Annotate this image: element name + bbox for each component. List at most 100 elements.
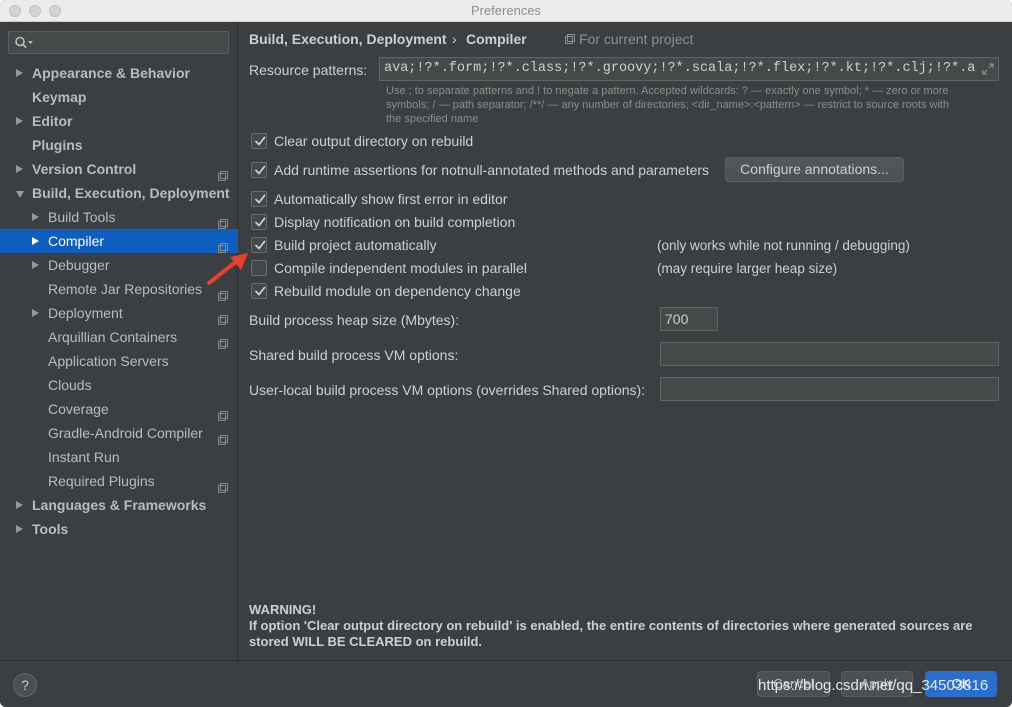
option-note: (may require larger heap size) <box>657 261 838 276</box>
project-scope-icon <box>218 404 228 421</box>
sidebar-item-label: Appearance & Behavior <box>32 65 190 81</box>
sidebar-item-gradle-android-compiler[interactable]: Gradle-Android Compiler <box>0 421 238 445</box>
resource-patterns-hint: Use ; to separate patterns and ! to nega… <box>386 84 996 126</box>
expand-field-icon[interactable] <box>982 63 994 75</box>
chevron-right-icon[interactable] <box>16 117 23 125</box>
sidebar-item-application-servers[interactable]: Application Servers <box>0 349 238 373</box>
watermark-text: https://blog.csdn.net/qq_34503816 <box>758 677 989 694</box>
sidebar-item-appearance-behavior[interactable]: Appearance & Behavior <box>0 61 238 85</box>
checkbox-label[interactable]: Clear output directory on rebuild <box>274 133 473 149</box>
preferences-window: Preferences Appearance & Behavior Keymap E… <box>0 0 1012 707</box>
sidebar-item-label: Arquillian Containers <box>48 329 178 345</box>
checkmark-icon <box>253 134 267 148</box>
option-display-notification-on-build-completion: Display notification on build completion <box>251 213 631 233</box>
search-input[interactable] <box>8 31 229 54</box>
checkbox[interactable] <box>251 133 267 149</box>
sidebar-item-label: Gradle-Android Compiler <box>48 425 203 441</box>
sidebar-item-label: Tools <box>32 521 69 537</box>
sidebar-item-label: Debugger <box>48 257 110 273</box>
sidebar-item-deployment[interactable]: Deployment <box>0 301 238 325</box>
checkbox[interactable] <box>251 162 267 178</box>
option-automatically-show-first-error-in-editor: Automatically show first error in editor <box>251 190 631 210</box>
warning-title: WARNING! <box>249 602 317 617</box>
checkbox[interactable] <box>251 283 267 299</box>
sidebar-item-build-execution-deployment[interactable]: Build, Execution, Deployment <box>0 181 238 205</box>
breadcrumb-parent: Build, Execution, Deployment <box>249 31 447 47</box>
checkbox[interactable] <box>251 214 267 230</box>
sidebar-item-editor[interactable]: Editor <box>0 109 238 133</box>
configure-annotations-button[interactable]: Configure annotations... <box>725 157 904 182</box>
heap-size-field[interactable]: 700 <box>660 307 718 331</box>
sidebar-item-compiler[interactable]: Compiler <box>0 229 238 253</box>
sidebar-item-label: Build Tools <box>48 209 116 225</box>
sidebar-item-tools[interactable]: Tools <box>0 517 238 541</box>
checkbox[interactable] <box>251 237 267 253</box>
sidebar-item-languages-frameworks[interactable]: Languages & Frameworks <box>0 493 238 517</box>
chevron-right-icon[interactable] <box>16 165 23 173</box>
option-clear-output-directory-on-rebuild: Clear output directory on rebuild <box>251 132 631 152</box>
warning-body: If option 'Clear output directory on reb… <box>249 618 973 649</box>
chevron-right-icon[interactable] <box>32 309 39 317</box>
sidebar-item-label: Deployment <box>48 305 123 321</box>
sidebar-item-label: Build, Execution, Deployment <box>32 185 230 201</box>
help-button[interactable]: ? <box>13 673 37 697</box>
sidebar-item-clouds[interactable]: Clouds <box>0 373 238 397</box>
sidebar-item-required-plugins[interactable]: Required Plugins <box>0 469 238 493</box>
resource-patterns-field[interactable]: ava;!?*.form;!?*.class;!?*.groovy;!?*.sc… <box>379 57 999 81</box>
project-scope-icon <box>218 308 228 325</box>
heap-size-value: 700 <box>665 311 689 327</box>
resource-patterns-value: ava;!?*.form;!?*.class;!?*.groovy;!?*.sc… <box>384 61 976 76</box>
shared-vm-options-label: Shared build process VM options: <box>249 347 459 363</box>
project-scope-icon <box>218 428 228 445</box>
project-scope-icon <box>565 34 575 44</box>
checkbox-label[interactable]: Automatically show first error in editor <box>274 191 507 207</box>
checkbox-label[interactable]: Build project automatically <box>274 237 437 253</box>
project-scope-icon <box>218 236 228 253</box>
sidebar-item-label: Remote Jar Repositories <box>48 281 203 297</box>
sidebar-item-instant-run[interactable]: Instant Run <box>0 445 238 469</box>
title-bar: Preferences <box>0 0 1012 22</box>
sidebar-item-arquillian-containers[interactable]: Arquillian Containers <box>0 325 238 349</box>
chevron-right-icon[interactable] <box>32 261 39 269</box>
sidebar-item-label: Compiler <box>48 233 105 249</box>
shared-vm-options-field[interactable] <box>660 342 999 366</box>
chevron-right-icon[interactable] <box>16 501 23 509</box>
chevron-right-icon[interactable] <box>32 237 39 245</box>
clear-output-warning: WARNING! If option 'Clear output directo… <box>249 602 999 650</box>
settings-sidebar: Appearance & Behavior Keymap Editor Plugins… <box>0 22 238 660</box>
option-note: (only works while not running / debuggin… <box>657 238 910 253</box>
project-scope-icon <box>218 212 228 229</box>
project-scope-icon <box>218 164 228 181</box>
checkbox-label[interactable]: Rebuild module on dependency change <box>274 283 521 299</box>
sidebar-item-label: Instant Run <box>48 449 120 465</box>
option-rebuild-module-on-dependency-change: Rebuild module on dependency change <box>251 282 631 302</box>
hint-line-1: Use ; to separate patterns and ! to nega… <box>386 85 949 97</box>
sidebar-item-coverage[interactable]: Coverage <box>0 397 238 421</box>
option-compile-independent-modules-in-parallel: Compile independent modules in parallel <box>251 259 631 279</box>
checkbox[interactable] <box>251 260 267 276</box>
chevron-right-icon[interactable] <box>16 525 23 533</box>
sidebar-item-label: Plugins <box>32 137 83 153</box>
sidebar-item-remote-jar-repositories[interactable]: Remote Jar Repositories <box>0 277 238 301</box>
breadcrumb-separator: › <box>452 31 457 47</box>
chevron-right-icon[interactable] <box>16 69 23 77</box>
sidebar-item-plugins[interactable]: Plugins <box>0 133 238 157</box>
chevron-down-icon[interactable] <box>16 191 24 198</box>
window-title: Preferences <box>470 3 542 18</box>
chevron-right-icon[interactable] <box>32 213 39 221</box>
sidebar-item-keymap[interactable]: Keymap <box>0 85 238 109</box>
sidebar-item-version-control[interactable]: Version Control <box>0 157 238 181</box>
sidebar-item-debugger[interactable]: Debugger <box>0 253 238 277</box>
checkbox-label[interactable]: Add runtime assertions for notnull-annot… <box>274 162 709 178</box>
checkmark-icon <box>253 284 267 298</box>
checkmark-icon <box>253 192 267 206</box>
checkbox-label[interactable]: Display notification on build completion <box>274 214 515 230</box>
sidebar-item-label: Languages & Frameworks <box>32 497 207 513</box>
sidebar-item-build-tools[interactable]: Build Tools <box>0 205 238 229</box>
checkbox[interactable] <box>251 191 267 207</box>
compiler-settings-panel: Build, Execution, Deployment › Compiler … <box>239 22 1012 660</box>
user-vm-options-field[interactable] <box>660 377 999 401</box>
sidebar-item-label: Application Servers <box>48 353 169 369</box>
annotation-arrow-icon <box>207 253 248 285</box>
checkbox-label[interactable]: Compile independent modules in parallel <box>274 260 527 276</box>
